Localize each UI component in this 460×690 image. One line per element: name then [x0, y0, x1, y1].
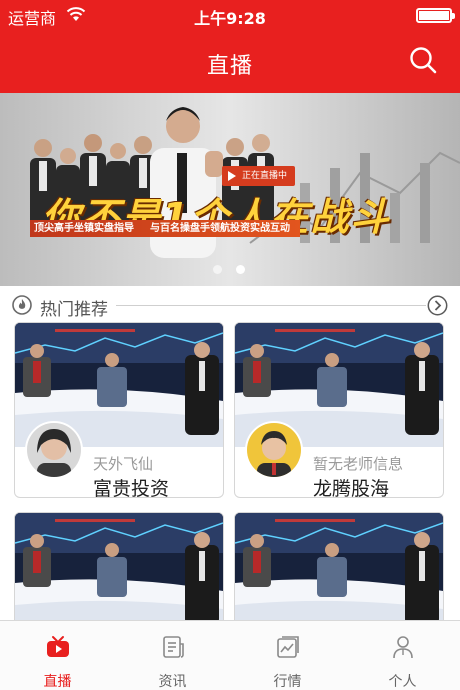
- teacher-name: 天外飞仙: [93, 455, 154, 473]
- status-bar: 运营商 上午9:28: [0, 0, 460, 30]
- nav-bar: 直播: [0, 30, 460, 93]
- room-name: 龙腾股海: [313, 478, 390, 498]
- page-dot[interactable]: [213, 265, 222, 274]
- tab-profile[interactable]: 个人: [345, 621, 460, 690]
- battery-icon: [416, 8, 455, 23]
- tab-label: 个人: [388, 674, 417, 690]
- section-title: 热门推荐: [40, 300, 108, 320]
- teacher-avatar: [25, 421, 83, 479]
- room-card[interactable]: 暂无老师信息 龙腾股海: [234, 322, 444, 498]
- room-thumbnail: [235, 513, 443, 637]
- section-divider: [116, 305, 426, 306]
- tab-market[interactable]: 行情: [230, 621, 345, 690]
- banner-carousel[interactable]: 正在直播中 你不是1个人在战斗 顶尖高手坐镇实盘指导 与百名操盘手领航投资实战互…: [0, 93, 460, 286]
- live-badge: 正在直播中: [222, 166, 296, 186]
- person-icon: [393, 636, 413, 659]
- tab-label: 行情: [273, 674, 302, 690]
- room-thumbnail: [15, 513, 223, 637]
- section-header: 热门推荐: [0, 292, 460, 320]
- tab-bar: 直播 资讯 行情 个人: [0, 620, 460, 690]
- clock: 上午9:28: [194, 9, 266, 28]
- fire-icon: [12, 295, 32, 315]
- tab-label: 资讯: [158, 674, 187, 690]
- app-screen: 运营商 上午9:28 直播 正在直播中 你不是1个人在战斗 顶尖高手坐镇实盘指导…: [0, 0, 460, 690]
- banner-subline-right: 与百名操盘手领航投资实战互动: [150, 223, 290, 234]
- banner-subline-left: 顶尖高手坐镇实盘指导: [34, 223, 134, 234]
- tv-icon: [47, 636, 69, 657]
- tab-live[interactable]: 直播: [0, 621, 115, 690]
- chart-icon: [277, 636, 299, 658]
- search-icon[interactable]: [408, 45, 438, 75]
- news-icon: [163, 636, 184, 658]
- banner-subline: 顶尖高手坐镇实盘指导 与百名操盘手领航投资实战互动: [30, 220, 300, 237]
- teacher-avatar: [245, 421, 303, 479]
- tab-news[interactable]: 资讯: [115, 621, 230, 690]
- page-dot-active[interactable]: [236, 265, 245, 274]
- chevron-right-circle-icon[interactable]: [427, 295, 448, 316]
- tab-label: 直播: [43, 674, 72, 690]
- teacher-name: 暂无老师信息: [313, 455, 404, 473]
- page-title: 直播: [206, 54, 253, 79]
- room-name: 富贵投资: [93, 478, 170, 498]
- room-card[interactable]: 天外飞仙 富贵投资: [14, 322, 224, 498]
